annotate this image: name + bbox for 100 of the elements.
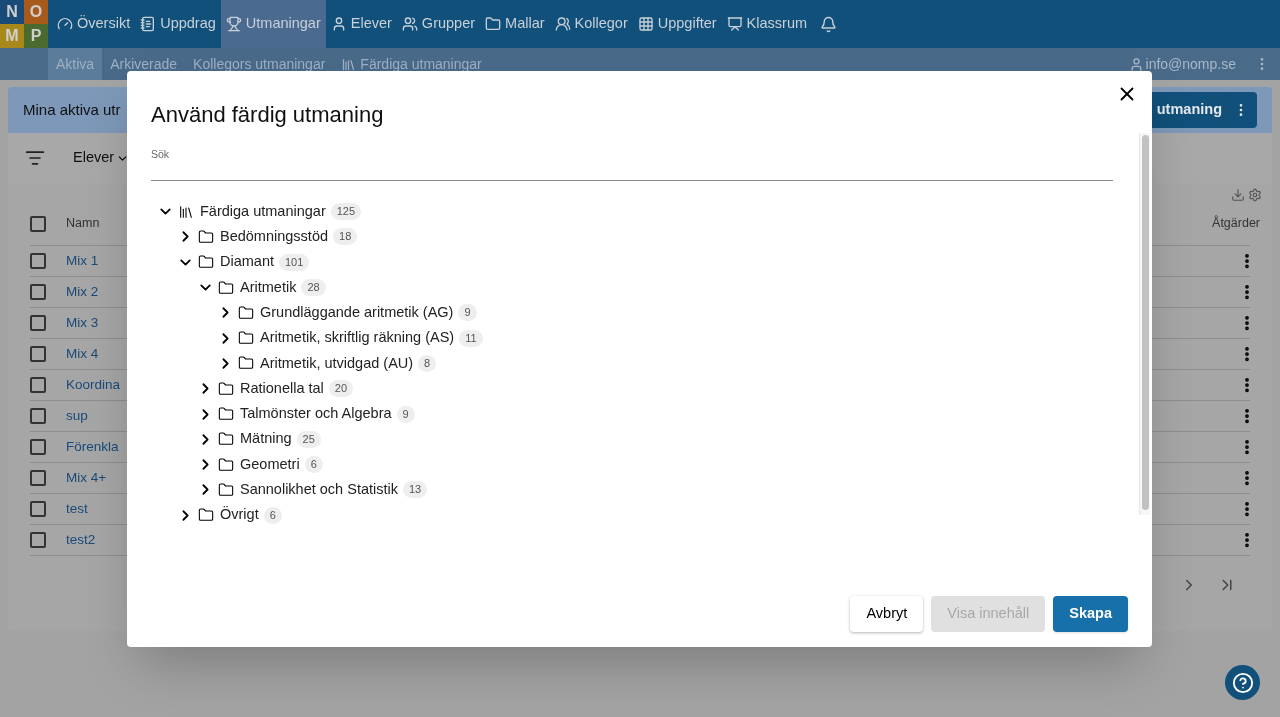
challenge-link[interactable]: Mix 1 (66, 250, 99, 272)
folder-icon (218, 456, 234, 473)
challenge-link[interactable]: Mix 3 (66, 312, 99, 334)
tree-item-label[interactable]: Rationella tal (240, 377, 324, 400)
challenge-link[interactable]: Mix 2 (66, 281, 99, 303)
folder-icon (198, 507, 214, 524)
gauge-icon (57, 16, 73, 32)
count-badge: 6 (263, 506, 282, 524)
checkbox[interactable] (30, 315, 46, 331)
presentation-icon (726, 16, 743, 32)
tree-item-label[interactable]: Diamant (220, 251, 274, 274)
column-header: Namn (66, 215, 100, 233)
nav-tab[interactable]: Grupper (396, 0, 481, 48)
challenge-link[interactable]: Koordina (66, 374, 121, 396)
tree-item-label[interactable]: Aritmetik, skriftlig räkning (AS) (260, 327, 455, 349)
checkbox[interactable] (30, 377, 46, 393)
nav-tab[interactable]: Kollegor (549, 0, 633, 48)
folder-icon (218, 431, 234, 448)
folder-icon (198, 254, 214, 271)
nav-tab[interactable]: Klassrum (721, 0, 813, 48)
count-badge: 101 (279, 253, 310, 271)
folder-icon (485, 16, 502, 32)
count-badge: 6 (304, 456, 323, 474)
dialog-title: Använd färdig utmaning (151, 101, 384, 129)
download-icon[interactable] (1231, 188, 1245, 202)
folder-icon (218, 380, 234, 397)
count-badge: 9 (458, 304, 477, 322)
search-label: Sök (151, 148, 170, 160)
column-header: Åtgärder (1212, 214, 1260, 233)
trophy-icon (225, 16, 242, 32)
tree-item-label[interactable]: Geometri (240, 453, 300, 476)
users-icon (401, 16, 418, 32)
tree-item-label[interactable]: Aritmetik (240, 276, 297, 299)
logo-letter: M (0, 24, 24, 48)
checkbox[interactable] (30, 439, 46, 455)
grid-icon (637, 16, 654, 32)
folder-icon (238, 304, 254, 321)
dialog-button[interactable]: Skapa (1053, 596, 1128, 632)
challenge-link[interactable]: Mix 4+ (66, 467, 107, 489)
checkbox[interactable] (30, 284, 46, 300)
books-icon (178, 203, 194, 220)
scrollbar-thumb[interactable] (1141, 135, 1149, 510)
count-badge: 28 (301, 279, 326, 297)
challenge-link[interactable]: Mix 4 (66, 343, 99, 365)
tree-item-label[interactable]: Färdiga utmaningar (200, 200, 326, 223)
nav-tab[interactable]: Elever (325, 0, 397, 48)
folder-icon (218, 406, 234, 422)
nav-tab[interactable]: Översikt (52, 0, 136, 48)
help-icon (1231, 671, 1254, 694)
dialog-button[interactable]: Avbryt (850, 596, 924, 632)
tree-item-label[interactable]: Aritmetik, utvidgad (AU) (260, 352, 414, 375)
checkbox[interactable] (30, 470, 46, 486)
nav-tab[interactable]: Uppgifter (632, 0, 722, 48)
tree-item-label[interactable]: Övrigt (220, 504, 259, 527)
user-email[interactable]: info@nomp.se (1145, 53, 1236, 75)
bell-icon (820, 15, 838, 33)
challenge-link[interactable]: test2 (66, 529, 96, 551)
user-icon (1128, 56, 1144, 72)
notebook-icon (140, 16, 157, 32)
tree-item-label[interactable]: Mätning (240, 428, 292, 451)
settings-icon[interactable] (1248, 188, 1262, 202)
folder-icon (218, 279, 234, 296)
filter-icon[interactable] (25, 148, 45, 168)
search-field[interactable]: Sök (151, 141, 1113, 181)
folder-icon (238, 330, 254, 347)
checkbox[interactable] (30, 501, 46, 517)
logo-letter: O (24, 0, 48, 24)
filter-dropdown[interactable]: Elever (73, 147, 115, 169)
challenge-link[interactable]: test (66, 498, 88, 520)
checkbox[interactable] (30, 532, 46, 548)
nav-tab[interactable]: Utmaningar (220, 0, 326, 48)
nav-tab[interactable]: Uppdrag (135, 0, 221, 48)
page-title: Mina aktiva utr (23, 99, 121, 120)
folder-icon (218, 481, 234, 498)
count-badge: 125 (330, 203, 362, 221)
count-badge: 25 (296, 430, 321, 448)
count-badge: 8 (418, 354, 437, 372)
logo-letter: P (24, 24, 48, 48)
tree-item-label[interactable]: Sannolikhet och Statistik (240, 479, 398, 501)
challenge-link[interactable]: sup (66, 405, 88, 427)
nav-tab[interactable]: Mallar (480, 0, 550, 48)
users-icon (554, 16, 571, 32)
count-badge: 9 (396, 405, 415, 423)
count-badge: 18 (333, 228, 358, 246)
logo-letter: N (0, 0, 24, 24)
folder-icon (238, 355, 254, 372)
checkbox[interactable] (30, 346, 46, 362)
help-button[interactable] (1225, 665, 1260, 700)
checkbox[interactable] (30, 253, 46, 269)
folder-icon (198, 228, 214, 245)
checkbox[interactable] (30, 215, 46, 232)
checkbox[interactable] (30, 408, 46, 424)
count-badge: 13 (403, 481, 428, 499)
challenge-link[interactable]: Förenkla (66, 436, 119, 458)
tree-item-label[interactable]: Bedömningsstöd (220, 226, 328, 248)
books-icon (341, 56, 357, 72)
tree-item-label[interactable]: Grundläggande aritmetik (AG) (260, 301, 454, 324)
tree-item-label[interactable]: Talmönster och Algebra (240, 403, 392, 425)
count-badge: 20 (328, 380, 354, 398)
count-badge: 11 (459, 329, 483, 347)
